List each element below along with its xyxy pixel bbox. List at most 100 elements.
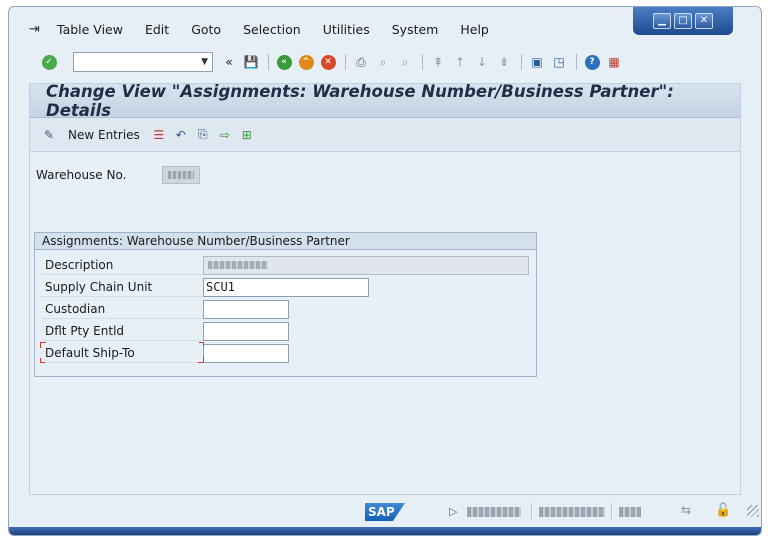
first-page-button[interactable]: ⇞ — [428, 52, 448, 72]
enter-button[interactable]: ✓ — [39, 52, 59, 72]
status-separator — [531, 503, 532, 519]
swap-icon[interactable]: ⇆ — [681, 503, 691, 517]
next-page-button[interactable]: ↓ — [472, 52, 492, 72]
supply-chain-unit-row: Supply Chain Unit SCU1 — [41, 277, 369, 297]
menu-system[interactable]: System — [392, 22, 439, 37]
menu-help[interactable]: Help — [460, 22, 489, 37]
toolbar-separator — [521, 54, 522, 70]
toolbar-separator — [576, 54, 577, 70]
redacted-value — [208, 261, 268, 269]
undo-icon[interactable]: ↶ — [172, 126, 190, 144]
double-chevron-left-icon: « — [225, 55, 233, 69]
minimize-icon: ▁ — [658, 15, 666, 26]
copy-entry-icon[interactable]: ⎘ — [194, 126, 212, 144]
binoculars-next-icon: ⌕ — [401, 54, 409, 69]
print-icon: ⎙ — [356, 54, 366, 69]
toolbar-separator — [422, 54, 423, 70]
dropdown-arrow-icon: ▼ — [201, 57, 208, 67]
customize-layout-button[interactable]: ▦ — [604, 52, 624, 72]
delete-entry-icon[interactable]: ☰ — [150, 126, 168, 144]
window-frame-bottom — [9, 527, 761, 535]
first-page-icon: ⇞ — [432, 55, 444, 69]
default-ship-to-label: Default Ship-To — [40, 342, 204, 363]
command-field[interactable]: ▼ — [73, 52, 213, 72]
cancel-icon: ✕ — [320, 54, 336, 70]
menu-exit-icon[interactable]: ⇥ — [29, 22, 51, 37]
shortcut-button[interactable]: ◳ — [549, 52, 569, 72]
find-next-button[interactable]: ⌕ — [395, 52, 415, 72]
checkmark-icon: ✓ — [41, 54, 57, 70]
default-ship-to-row: Default Ship-To — [40, 342, 289, 363]
warehouse-field — [162, 166, 200, 184]
menu-edit[interactable]: Edit — [145, 22, 169, 37]
warehouse-row: Warehouse No. — [36, 166, 200, 184]
dflt-pty-entld-row: Dflt Pty Entld — [41, 321, 289, 341]
last-page-button[interactable]: ⇟ — [494, 52, 514, 72]
create-session-button[interactable]: ▣ — [527, 52, 547, 72]
application-toolbar: ✎ New Entries ☰ ↶ ⎘ ⇨ ⊞ — [30, 118, 740, 152]
assignments-group: Assignments: Warehouse Number/Business P… — [34, 232, 537, 377]
custodian-row: Custodian — [41, 299, 289, 319]
supply-chain-unit-label: Supply Chain Unit — [41, 277, 203, 297]
shortcut-icon: ◳ — [553, 55, 565, 69]
help-icon: ? — [584, 54, 600, 70]
redacted-value — [168, 171, 194, 179]
menu-selection[interactable]: Selection — [243, 22, 301, 37]
lock-icon[interactable]: 🔓 — [715, 503, 731, 518]
find-button[interactable]: ⌕ — [373, 52, 393, 72]
print-button[interactable]: ⎙ — [351, 52, 371, 72]
standard-toolbar: ✓ ▼ « 💾 « ^ ✕ ⎙ ⌕ ⌕ ⇞ ↑ ↓ ⇟ ▣ ◳ ? ▦ — [9, 49, 761, 75]
close-icon: ✕ — [699, 15, 709, 26]
mode-info-redacted — [619, 507, 641, 517]
menu-table-view[interactable]: Table View — [57, 22, 123, 37]
cancel-button[interactable]: ✕ — [318, 52, 338, 72]
status-bar: SAP ▷ ⇆ 🔓 — [9, 497, 761, 527]
back-icon: « — [276, 54, 292, 70]
back-button[interactable]: « — [274, 52, 294, 72]
toolbar-separator — [345, 54, 346, 70]
edit-toggle-icon[interactable]: ✎ — [40, 126, 58, 144]
description-row: Description — [41, 255, 529, 275]
main-content: Change View "Assignments: Warehouse Numb… — [29, 82, 741, 495]
last-page-icon: ⇟ — [498, 55, 510, 69]
menu-goto[interactable]: Goto — [191, 22, 221, 37]
exit-button[interactable]: ^ — [296, 52, 316, 72]
description-label: Description — [41, 255, 203, 275]
previous-page-button[interactable]: ↑ — [450, 52, 470, 72]
exit-icon: ^ — [298, 54, 314, 70]
toolbar-separator — [268, 54, 269, 70]
menu-bar: ⇥ Table View Edit Goto Selection Utiliti… — [9, 17, 629, 41]
monitor-icon: ▦ — [608, 55, 620, 69]
new-entries-button[interactable]: New Entries — [68, 128, 140, 142]
next-page-icon: ↓ — [476, 55, 488, 69]
maximize-icon: □ — [678, 15, 688, 26]
default-ship-to-input[interactable] — [203, 343, 289, 363]
page-title: Change View "Assignments: Warehouse Numb… — [30, 82, 740, 120]
resize-grip-icon[interactable] — [747, 505, 759, 517]
client-info-redacted — [539, 507, 605, 517]
custodian-input[interactable] — [203, 299, 289, 319]
save-button[interactable]: 💾 — [241, 52, 261, 72]
select-all-icon[interactable]: ⊞ — [238, 126, 256, 144]
group-title: Assignments: Warehouse Number/Business P… — [35, 233, 536, 250]
dflt-pty-entld-label: Dflt Pty Entld — [41, 321, 203, 341]
close-button[interactable]: ✕ — [695, 13, 713, 29]
dflt-pty-entld-input[interactable] — [203, 321, 289, 341]
description-field — [203, 255, 529, 275]
status-separator — [611, 503, 612, 519]
collapse-button[interactable]: « — [219, 52, 239, 72]
maximize-button[interactable]: □ — [674, 13, 692, 29]
menu-utilities[interactable]: Utilities — [323, 22, 370, 37]
sap-window: ▁ □ ✕ ⇥ Table View Edit Goto Selection U… — [8, 6, 762, 536]
supply-chain-unit-input[interactable]: SCU1 — [203, 277, 369, 297]
new-session-icon: ▣ — [531, 55, 543, 69]
next-entry-icon[interactable]: ⇨ — [216, 126, 234, 144]
play-icon[interactable]: ▷ — [449, 505, 457, 518]
help-button[interactable]: ? — [582, 52, 602, 72]
save-icon: 💾 — [243, 55, 259, 69]
minimize-button[interactable]: ▁ — [653, 13, 671, 29]
system-info-redacted — [467, 507, 521, 517]
binoculars-icon: ⌕ — [379, 54, 387, 69]
warehouse-label: Warehouse No. — [36, 168, 127, 182]
window-controls: ▁ □ ✕ — [633, 7, 733, 35]
